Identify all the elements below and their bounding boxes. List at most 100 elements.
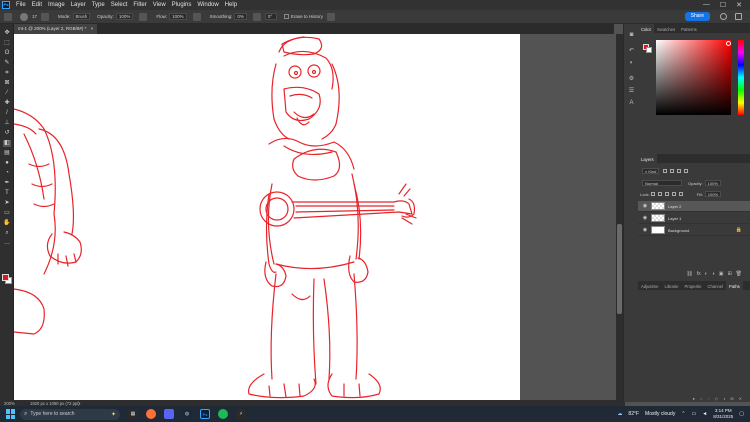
properties-icon[interactable]: ☰ <box>628 88 635 94</box>
layer-row-layer-1[interactable]: ◉ Layer 1 <box>638 213 750 224</box>
brush-settings-icon[interactable] <box>41 12 50 21</box>
weather-desc[interactable]: Mostly cloudy <box>645 411 675 417</box>
maximize-icon[interactable]: ☐ <box>720 1 726 9</box>
close-icon[interactable]: ✕ <box>736 1 742 9</box>
quick-select-tool-icon[interactable]: ✎ <box>3 60 11 67</box>
mode-select[interactable]: Brush <box>72 13 91 20</box>
layer-opacity-field[interactable]: 100% <box>704 180 721 186</box>
menu-filter[interactable]: Filter <box>130 2 149 8</box>
menu-file[interactable]: File <box>13 2 29 8</box>
copilot-icon[interactable]: ✦ <box>111 411 116 418</box>
kind-filter-select[interactable]: ⌕ Kind <box>642 168 660 174</box>
blend-mode-select[interactable]: Normal <box>642 180 682 186</box>
photoshop-logo-icon[interactable]: Ps <box>2 1 10 9</box>
brush-preset-icon[interactable] <box>20 12 28 21</box>
firefox-icon[interactable] <box>146 409 156 419</box>
lock-transparent-icon[interactable] <box>651 192 656 196</box>
status-arrow-icon[interactable]: > <box>78 401 80 406</box>
visibility-eye-icon[interactable]: ◉ <box>642 227 648 233</box>
airbrush-icon[interactable] <box>192 12 201 21</box>
tab-adjustments[interactable]: Adjustme <box>638 281 661 290</box>
flow-field[interactable]: 100% <box>169 13 187 20</box>
tab-properties[interactable]: Propertie <box>681 281 704 290</box>
windows-start-icon[interactable] <box>6 409 16 419</box>
lock-image-icon[interactable] <box>658 192 663 196</box>
fill-path-icon[interactable]: ● <box>693 396 695 402</box>
menu-view[interactable]: View <box>150 2 169 8</box>
shape-tool-icon[interactable]: ▭ <box>3 210 11 217</box>
document-tab[interactable]: mt-1 @ 200% (Layer 2, RGB/8#) * × <box>14 24 98 34</box>
vertical-scrollbar[interactable] <box>616 34 623 400</box>
more-tools-icon[interactable]: … <box>3 240 11 247</box>
filter-shape-icon[interactable] <box>683 169 688 173</box>
scrollbar-thumb[interactable] <box>617 224 622 314</box>
character-icon[interactable]: A <box>628 100 635 106</box>
fx-icon[interactable]: fx <box>697 271 701 277</box>
menu-layer[interactable]: Layer <box>68 2 89 8</box>
color-picker-cursor[interactable] <box>726 41 731 46</box>
blur-tool-icon[interactable]: ● <box>3 160 11 167</box>
photoshop-taskbar-icon[interactable]: Ps <box>200 409 210 419</box>
hand-tool-icon[interactable]: ✋ <box>3 220 11 227</box>
marquee-tool-icon[interactable]: ⬚ <box>3 40 11 47</box>
hue-slider[interactable] <box>738 40 744 115</box>
background-color-swatch[interactable] <box>646 47 652 53</box>
menu-help[interactable]: Help <box>222 2 240 8</box>
color-picker-field[interactable] <box>656 40 731 115</box>
angle-field[interactable]: 0° <box>264 13 277 20</box>
history-brush-tool-icon[interactable]: ↺ <box>3 130 11 137</box>
tab-layers[interactable]: Layers <box>638 154 657 163</box>
load-selection-icon[interactable]: ◌ <box>707 396 709 402</box>
color-panel-icon[interactable]: ◐ <box>628 60 635 66</box>
volume-icon[interactable]: ◄ <box>702 411 707 417</box>
tab-color[interactable]: Color <box>638 24 655 33</box>
notification-icon[interactable]: ▢ <box>739 411 744 417</box>
mask-icon[interactable]: ◐ <box>705 271 708 277</box>
frame-tool-icon[interactable]: ⊠ <box>3 80 11 87</box>
comments-icon[interactable]: ◙ <box>628 32 635 38</box>
link-layers-icon[interactable]: ⛓ <box>686 271 692 277</box>
healing-tool-icon[interactable]: ✚ <box>3 100 11 107</box>
foreground-color-swatch[interactable] <box>2 274 9 281</box>
visibility-eye-icon[interactable]: ◉ <box>642 203 648 209</box>
clock[interactable]: 3:14 PM 8/31/2025 <box>713 408 733 420</box>
app-icon[interactable]: ⚡ <box>236 409 246 419</box>
zoom-tool-icon[interactable]: ⌕ <box>3 230 11 237</box>
brush-tool-icon[interactable]: / <box>3 110 11 117</box>
tab-close-icon[interactable]: × <box>91 26 94 31</box>
minimize-icon[interactable]: — <box>703 1 710 9</box>
adjustment-layer-icon[interactable]: ◑ <box>712 271 715 277</box>
menu-image[interactable]: Image <box>45 2 68 8</box>
adjust-icon[interactable]: ⚙ <box>628 76 635 82</box>
workspace-icon[interactable] <box>735 13 742 20</box>
eraser-tool-icon[interactable]: ◧ <box>3 140 11 147</box>
menu-edit[interactable]: Edit <box>29 2 45 8</box>
visibility-eye-icon[interactable]: ◉ <box>642 215 648 221</box>
lock-artboard-icon[interactable] <box>672 192 677 196</box>
gradient-tool-icon[interactable]: ▤ <box>3 150 11 157</box>
layer-lock-icon[interactable]: 🔒 <box>736 227 742 233</box>
tray-chevron-icon[interactable]: ⌃ <box>681 411 685 417</box>
pressure-size-icon[interactable] <box>326 12 335 21</box>
smoothing-field[interactable]: 0% <box>234 13 247 20</box>
smoothing-settings-icon[interactable] <box>252 12 261 21</box>
canvas[interactable] <box>14 34 520 400</box>
stamp-tool-icon[interactable]: ⊥ <box>3 120 11 127</box>
eyedropper-tool-icon[interactable]: ⁄ <box>3 90 11 97</box>
crop-tool-icon[interactable]: ⌗ <box>3 70 11 77</box>
sketch-drawing[interactable] <box>14 34 520 400</box>
new-layer-icon[interactable]: ⊞ <box>727 271 731 277</box>
taskbar-search[interactable]: ⌕ Type here to search ✦ <box>20 408 120 420</box>
delete-layer-icon[interactable]: 🗑 <box>736 271 742 277</box>
network-icon[interactable]: ▭ <box>692 411 697 417</box>
filter-adjust-icon[interactable] <box>669 169 674 173</box>
pressure-opacity-icon[interactable] <box>139 12 148 21</box>
weather-temp[interactable]: 82°F <box>628 411 639 417</box>
stroke-path-icon[interactable]: ○ <box>700 396 702 402</box>
share-button[interactable]: Share <box>684 12 710 21</box>
layer-row-layer-2[interactable]: ◉ Layer 2 <box>638 201 750 212</box>
filter-type-icon[interactable] <box>676 169 681 173</box>
search-icon[interactable] <box>720 13 727 20</box>
tab-libraries[interactable]: Librarie <box>661 281 681 290</box>
new-path-icon[interactable]: ⊞ <box>730 396 733 402</box>
